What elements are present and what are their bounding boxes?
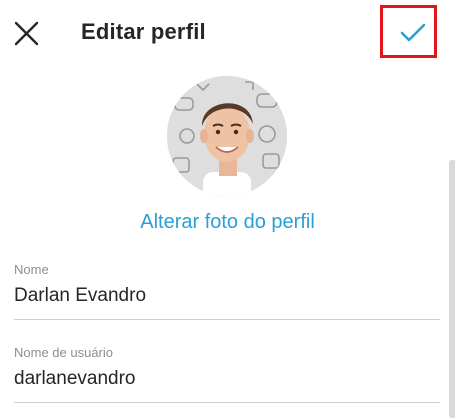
username-field[interactable]: Nome de usuário darlanevandro	[14, 345, 440, 405]
profile-photo	[167, 76, 287, 196]
confirm-button[interactable]	[380, 5, 437, 58]
profile-avatar[interactable]	[167, 76, 287, 196]
top-bar: Editar perfil	[0, 0, 455, 66]
change-profile-photo-link[interactable]: Alterar foto do perfil	[0, 208, 455, 236]
username-field-label: Nome de usuário	[14, 345, 113, 360]
close-button[interactable]	[10, 17, 42, 49]
name-field[interactable]: Nome Darlan Evandro	[14, 262, 440, 322]
name-field-underline	[14, 319, 440, 320]
username-field-underline	[14, 402, 440, 403]
page-title: Editar perfil	[81, 19, 206, 44]
checkmark-icon	[400, 23, 426, 42]
name-field-label: Nome	[14, 262, 49, 277]
scrollbar[interactable]	[449, 160, 455, 418]
name-field-value[interactable]: Darlan Evandro	[14, 284, 146, 308]
username-field-value[interactable]: darlanevandro	[14, 367, 135, 391]
close-icon	[14, 21, 39, 46]
